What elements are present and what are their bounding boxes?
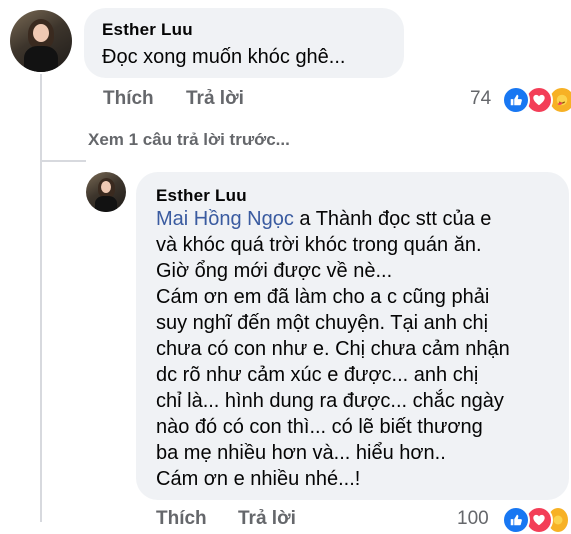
like-reaction-icon xyxy=(502,506,530,534)
reply-line: nào đó có con thì... có lẽ biết thương xyxy=(156,416,483,438)
like-button[interactable]: Thích xyxy=(103,88,154,110)
reply-line: Giờ ổng mới được về nè... xyxy=(156,260,393,282)
reply-button[interactable]: Trả lời xyxy=(186,88,244,110)
reply-line: và khóc quá trời khóc trong quán ăn. xyxy=(156,234,482,256)
mention-link[interactable]: Mai Hồng Ngọc xyxy=(156,208,294,230)
avatar[interactable] xyxy=(10,10,72,72)
reply-line: Cám ơn em đã làm cho a c cũng phải xyxy=(156,286,490,308)
thread-connector xyxy=(40,160,86,162)
thread-line xyxy=(40,74,42,522)
reply-line: chỉ là... hình dung ra được... chắc ngày xyxy=(156,390,504,412)
reply-line: Cám ơn e nhiều nhé...! xyxy=(156,468,361,490)
comment-bubble: Esther Luu Đọc xong muốn khóc ghê... xyxy=(84,8,404,78)
reply-line: chưa có con như e. Chị chưa cảm nhận xyxy=(156,338,510,360)
view-previous-replies-link[interactable]: Xem 1 câu trả lời trước... xyxy=(88,130,290,150)
comment-text: Đọc xong muốn khóc ghê... xyxy=(102,46,346,68)
reply-reaction-count[interactable]: 100 xyxy=(457,508,489,530)
reply-avatar[interactable] xyxy=(86,172,126,212)
reply-line: ba mẹ nhiều hơn và... hiểu hơn.. xyxy=(156,442,446,464)
reply-bubble: Esther Luu Mai Hồng Ngọc a Thành đọc stt… xyxy=(136,172,569,500)
reply-author[interactable]: Esther Luu xyxy=(156,186,247,206)
reply-line: suy nghĩ đến một chuyện. Tại anh chị xyxy=(156,312,489,334)
reply-text: Mai Hồng Ngọc a Thành đọc stt của e và k… xyxy=(156,206,510,492)
reply-like-button[interactable]: Thích xyxy=(156,508,207,530)
reply-line: dc rõ như cảm xúc e được... anh chị xyxy=(156,364,479,386)
reply-line: Mai Hồng Ngọc a Thành đọc stt của e xyxy=(156,208,492,230)
reaction-count[interactable]: 74 xyxy=(470,88,491,110)
like-reaction-icon xyxy=(502,86,530,114)
comment-author[interactable]: Esther Luu xyxy=(102,20,193,40)
reply-reply-button[interactable]: Trả lời xyxy=(238,508,296,530)
